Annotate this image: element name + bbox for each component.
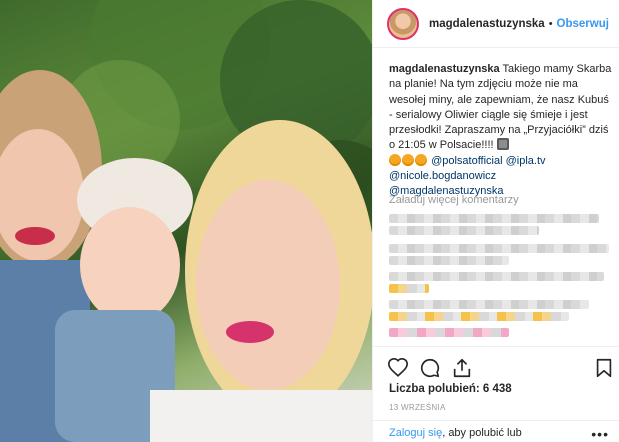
post-date: 13 WRZEŚNIA <box>389 403 446 412</box>
blurred-comment <box>389 312 569 321</box>
post-sidebar: magdalenastuzynska • Obserwuj magdalenas… <box>372 0 619 442</box>
post-photo[interactable] <box>0 0 372 442</box>
smile-emoji-icon <box>415 153 427 166</box>
blurred-comment <box>389 214 599 223</box>
tv-emoji-icon <box>496 138 509 151</box>
smile-emoji-icon <box>402 153 414 166</box>
load-more-comments[interactable]: Załaduj więcej komentarzy <box>389 194 519 206</box>
blurred-comment <box>389 226 539 235</box>
blurred-comment <box>389 300 589 309</box>
login-prompt: Zaloguj się, aby polubić lub <box>373 420 619 439</box>
follow-button[interactable]: Obserwuj <box>557 18 609 30</box>
actions-divider <box>373 346 619 347</box>
mention-link[interactable]: @polsatofficial <box>431 155 503 167</box>
login-link[interactable]: Zaloguj się <box>389 427 442 439</box>
blurred-comment <box>389 244 609 253</box>
mention-link[interactable]: @ipla.tv <box>506 155 546 167</box>
blurred-comment <box>389 328 509 337</box>
caption-username[interactable]: magdalenastuzynska <box>389 63 500 75</box>
more-options-icon[interactable]: ••• <box>591 426 609 442</box>
blurred-comment <box>389 256 509 265</box>
mention-link[interactable]: @nicole.bogdanowicz <box>389 170 496 182</box>
blurred-comment <box>389 284 429 293</box>
avatar[interactable] <box>387 7 419 40</box>
share-icon[interactable] <box>451 357 473 379</box>
blurred-comment <box>389 272 604 281</box>
heart-icon[interactable] <box>387 357 409 379</box>
photo-illustration <box>0 0 372 442</box>
header-username[interactable]: magdalenastuzynska <box>429 18 545 30</box>
bookmark-icon[interactable] <box>593 357 615 379</box>
post-header: magdalenastuzynska • Obserwuj <box>373 0 619 48</box>
likes-count[interactable]: Liczba polubień: 6 438 <box>389 383 512 395</box>
comment-icon[interactable] <box>419 357 441 379</box>
separator-dot: • <box>548 17 553 30</box>
smile-emoji-icon <box>389 153 401 166</box>
login-text: , aby polubić lub <box>442 427 522 439</box>
post-caption: magdalenastuzynska Takiego mamy Skarba n… <box>389 62 615 200</box>
